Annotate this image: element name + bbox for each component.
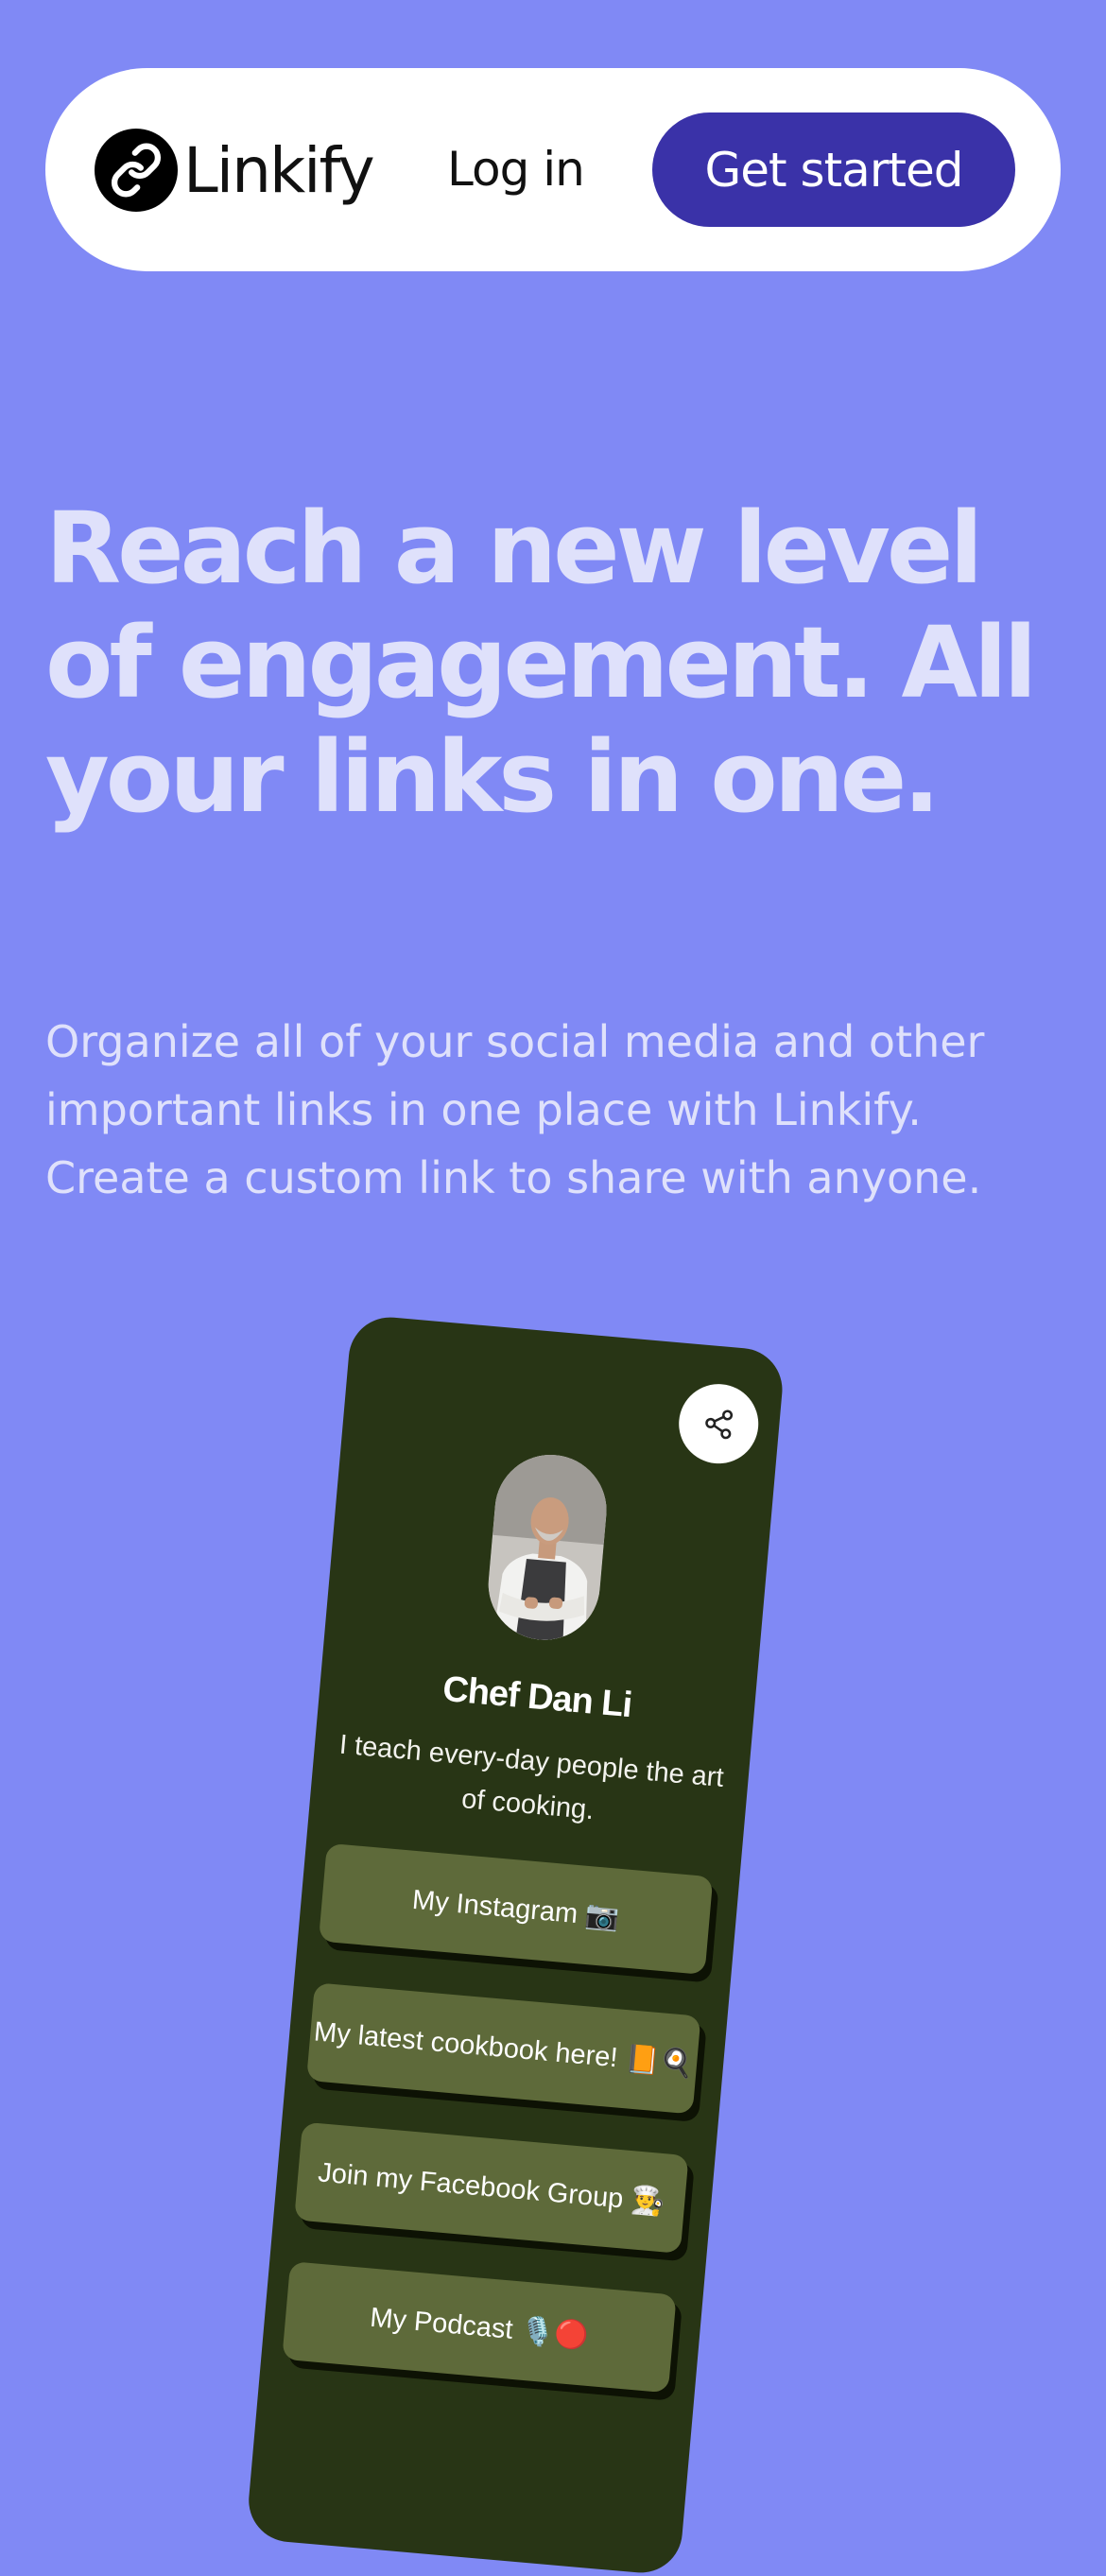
avatar xyxy=(483,1450,612,1645)
link-chain-icon xyxy=(95,129,178,212)
get-started-button[interactable]: Get started xyxy=(652,112,1015,227)
link-button-facebook-group[interactable]: Join my Facebook Group 👨‍🍳 xyxy=(294,2121,689,2254)
chef-portrait-image xyxy=(483,1450,612,1645)
profile-links-list: My Instagram 📷 My latest cookbook here! … xyxy=(282,1841,739,2394)
brand-name: Linkify xyxy=(183,133,375,207)
profile-name: Chef Dan Li xyxy=(441,1668,633,1726)
hero-subheadline: Organize all of your social media and ot… xyxy=(45,1016,985,1203)
hero-headline: Reach a new level of engagement. All you… xyxy=(45,491,1037,835)
share-button[interactable] xyxy=(675,1380,762,1467)
profile-bio: I teach every-day people the art of cook… xyxy=(337,1729,725,1826)
link-button-instagram[interactable]: My Instagram 📷 xyxy=(318,1842,714,1976)
profile-preview-mockup: Chef Dan Li I teach every-day people the… xyxy=(245,1313,786,2576)
top-nav: Linkify Log in Get started xyxy=(45,68,1061,271)
brand-logo[interactable]: Linkify xyxy=(95,128,375,213)
link-button-podcast[interactable]: My Podcast 🎙️🔴 xyxy=(282,2261,677,2394)
link-button-cookbook[interactable]: My latest cookbook here! 📙🍳 xyxy=(306,1982,701,2115)
login-link[interactable]: Log in xyxy=(447,136,585,202)
share-icon xyxy=(705,1409,734,1440)
